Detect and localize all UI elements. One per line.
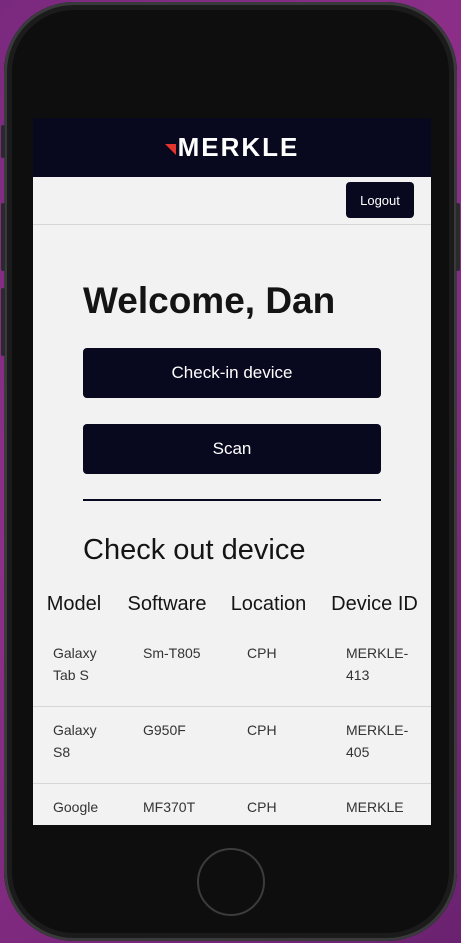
cell-device-id: MERKLE (318, 783, 431, 825)
check-in-device-button[interactable]: Check-in device (83, 348, 381, 398)
table-row[interactable]: Google MF370T CPH MERKLE (33, 783, 431, 825)
table-header-row: Model Software Location Device ID (33, 593, 431, 630)
merkle-logo: MERKLE (164, 132, 300, 163)
cell-software: G950F (115, 706, 219, 784)
column-header-device-id[interactable]: Device ID (318, 593, 431, 630)
volume-up-button (1, 203, 5, 271)
cell-model: Galaxy S8 (33, 706, 115, 784)
cell-software: Sm-T805 (115, 630, 219, 707)
logo-mark-icon (164, 144, 176, 155)
cell-device-id: MERKLE-413 (318, 630, 431, 707)
table-row[interactable]: Galaxy Tab S Sm-T805 CPH MERKLE-413 (33, 630, 431, 707)
toolbar: Logout (33, 177, 431, 225)
volume-down-button (1, 288, 5, 356)
page-title: Welcome, Dan (83, 280, 336, 321)
devices-table: Model Software Location Device ID Galaxy… (33, 593, 431, 825)
cell-location: CPH (219, 630, 318, 707)
logo-text: MERKLE (177, 132, 300, 162)
section-title: Check out device (83, 534, 306, 566)
top-bar: MERKLE (33, 118, 431, 177)
cell-model: Galaxy Tab S (33, 630, 115, 707)
cell-software: MF370T (115, 783, 219, 825)
logout-button[interactable]: Logout (346, 182, 414, 218)
divider (83, 499, 381, 501)
scan-button[interactable]: Scan (83, 424, 381, 474)
column-header-location[interactable]: Location (219, 593, 318, 630)
cell-location: CPH (219, 783, 318, 825)
cell-location: CPH (219, 706, 318, 784)
mute-switch (1, 125, 5, 158)
column-header-software[interactable]: Software (115, 593, 219, 630)
home-button[interactable] (197, 848, 265, 916)
cell-model: Google (33, 783, 115, 825)
table-row[interactable]: Galaxy S8 G950F CPH MERKLE-405 (33, 706, 431, 784)
power-button (456, 203, 460, 271)
column-header-model[interactable]: Model (33, 593, 115, 630)
cell-device-id: MERKLE-405 (318, 706, 431, 784)
app-screen: MERKLE Logout Welcome, Dan Check-in devi… (33, 118, 431, 825)
